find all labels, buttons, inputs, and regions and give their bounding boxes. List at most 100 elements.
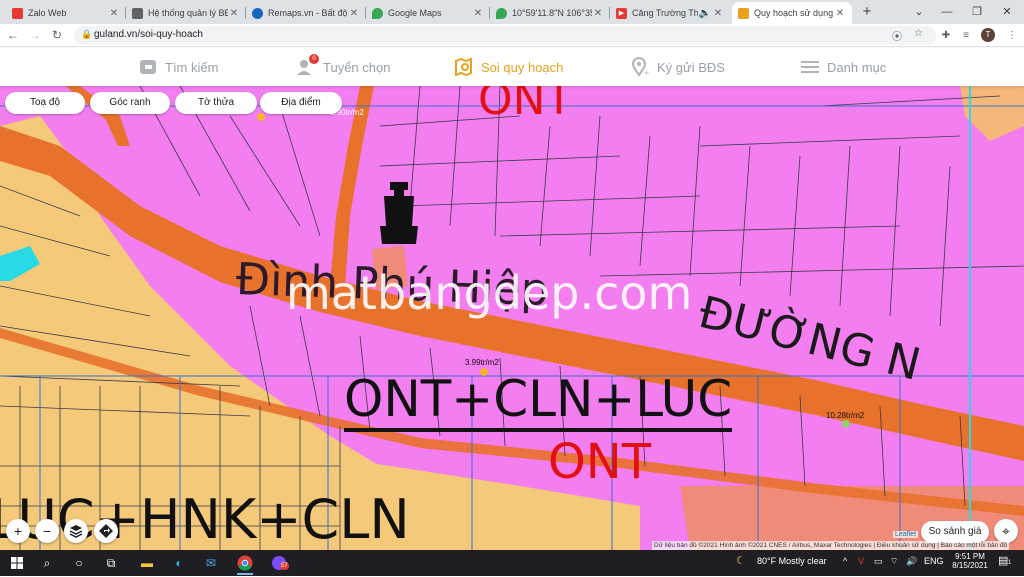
address-bar[interactable]: 🔒 guland.vn/soi-quy-hoach ⦿ ☆: [74, 26, 936, 45]
minimize-icon[interactable]: —: [932, 2, 962, 22]
zoom-out-button[interactable]: −: [35, 519, 59, 543]
tab-guland[interactable]: Quy hoạch sử dụng đ ✕: [732, 2, 852, 24]
zone-label-bottom: LUC+HNK+CLN: [0, 488, 410, 550]
clock-date: 8/15/2021: [952, 561, 988, 570]
close-icon[interactable]: ✕: [108, 8, 120, 19]
weather-text[interactable]: 80°F Mostly clear: [757, 556, 827, 566]
map-attribution: Dữ liệu bản đồ ©2021 Hình ảnh ©2021 CNES…: [652, 541, 1010, 550]
tab-title: Hệ thống quản lý BĐS: [148, 8, 228, 18]
notification-count: 1: [1008, 560, 1012, 566]
notification-icon[interactable]: ▤: [998, 554, 1008, 567]
clock-time: 9:51 PM: [955, 552, 985, 561]
messenger-icon[interactable]: 57: [268, 553, 290, 573]
tab-title: Google Maps: [388, 8, 442, 18]
search-g-icon: [138, 58, 158, 76]
file-explorer-icon[interactable]: ▬: [136, 553, 158, 573]
tab-zalo[interactable]: Zalo Web ✕: [6, 2, 126, 24]
tab-title: 10°59'11.8"N 106°35'1: [512, 8, 592, 18]
forward-icon[interactable]: →: [26, 26, 44, 44]
layers-icon[interactable]: [64, 519, 88, 543]
restore-icon[interactable]: ❐: [962, 2, 992, 22]
maps-pin-icon: [496, 7, 507, 19]
tab-title: Zalo Web: [28, 8, 67, 18]
directions-icon[interactable]: [94, 519, 118, 543]
zalo-favicon-icon: [12, 7, 23, 19]
menu-icon: [800, 58, 820, 76]
chip-goc-ranh[interactable]: Góc ranh: [90, 92, 170, 114]
tab-search-icon[interactable]: ⌄: [904, 2, 934, 22]
tab-youtube[interactable]: ▶ Căng Trường Thái 🔈 ✕: [610, 2, 730, 24]
network-icon[interactable]: ⌔: [890, 556, 898, 567]
clock[interactable]: 9:51 PM 8/15/2021: [950, 552, 990, 570]
site-favicon-icon: [132, 7, 143, 19]
locate-icon[interactable]: ⌖: [994, 519, 1018, 543]
extensions-icon[interactable]: ✚: [938, 28, 954, 44]
location-icon[interactable]: ⦿: [892, 28, 902, 43]
chrome-icon[interactable]: [234, 553, 256, 575]
close-window-icon[interactable]: ✕: [992, 2, 1022, 22]
planning-map[interactable]: ONT Đình Phú Hiệp ĐƯỜNG N matbangdep.com…: [0, 86, 1024, 550]
pin-plus-icon: +: [630, 57, 650, 77]
media-icon[interactable]: ≡: [958, 28, 974, 44]
site-nav: Tìm kiếm 0 Tuyển chọn Soi quy hoạch + Ký…: [0, 48, 1024, 86]
compare-price-button[interactable]: So sánh giá: [921, 521, 989, 543]
mail-icon[interactable]: ✉: [200, 553, 222, 573]
leaflet-link[interactable]: Leaflet: [893, 531, 919, 538]
bookmark-star-icon[interactable]: ☆: [914, 28, 923, 39]
remaps-favicon-icon: [252, 7, 263, 19]
language-indicator[interactable]: ENG: [924, 556, 944, 566]
edge-icon[interactable]: ◐: [168, 553, 190, 573]
svg-text:+: +: [644, 68, 649, 77]
zone-label-ont-bottom: ONT: [548, 434, 652, 490]
tab-google-maps[interactable]: Google Maps ✕: [366, 2, 490, 24]
tab-title: Quy hoạch sử dụng đ: [754, 8, 834, 18]
close-icon[interactable]: ✕: [592, 8, 604, 19]
vivaldi-tray-icon[interactable]: V: [858, 556, 864, 566]
tab-title: Remaps.vn - Bất động: [268, 8, 348, 18]
notification-badge: 0: [309, 54, 319, 64]
nav-tim-kiem[interactable]: Tìm kiếm: [138, 56, 218, 78]
users-icon: 0: [296, 54, 319, 76]
close-icon[interactable]: ✕: [834, 8, 846, 19]
chip-dia-diem[interactable]: Địa điểm: [260, 92, 342, 114]
reload-icon[interactable]: ↻: [48, 26, 66, 44]
nav-label: Ký gửi BĐS: [657, 59, 725, 75]
windows-start-icon[interactable]: [6, 553, 28, 573]
close-icon[interactable]: ✕: [348, 8, 360, 19]
nav-tuyen-chon[interactable]: 0 Tuyển chọn: [296, 54, 390, 78]
chip-to-thua[interactable]: Tờ thửa: [175, 92, 257, 114]
search-icon[interactable]: ⌕: [36, 553, 58, 573]
more-menu-icon[interactable]: ⋮: [1004, 28, 1020, 44]
close-icon[interactable]: ✕: [228, 8, 240, 19]
url-text: guland.vn/soi-quy-hoach: [94, 29, 203, 40]
price-dot: [842, 420, 850, 428]
task-view-icon[interactable]: ⧉: [100, 553, 122, 573]
nav-label: Tìm kiếm: [165, 59, 219, 75]
close-icon[interactable]: ✕: [712, 8, 724, 19]
nav-danh-muc[interactable]: Danh mục: [800, 56, 886, 78]
cortana-icon[interactable]: ○: [68, 553, 90, 573]
zoom-in-button[interactable]: +: [6, 519, 30, 543]
price-label[interactable]: 3.99tr/m2: [465, 358, 499, 367]
windows-taskbar: ⌕ ○ ⧉ ▬ ◐ ✉ 57 ☾ 80°F Mostly clear ^ V ▭…: [0, 550, 1024, 576]
nav-soi-quy-hoach[interactable]: Soi quy hoạch: [454, 56, 563, 78]
chip-toa-do[interactable]: Toạ độ: [5, 92, 85, 114]
profile-avatar[interactable]: T: [981, 28, 995, 42]
nav-ky-gui[interactable]: + Ký gửi BĐS: [630, 56, 725, 78]
nav-label: Soi quy hoạch: [481, 59, 564, 75]
tray-chevron-icon[interactable]: ^: [843, 556, 847, 566]
tab-title: Căng Trường Thái: [632, 8, 698, 18]
speaker-icon[interactable]: 🔈: [698, 8, 712, 19]
close-icon[interactable]: ✕: [472, 8, 484, 19]
new-tab-button[interactable]: +: [858, 3, 876, 21]
tab-coordinates[interactable]: 10°59'11.8"N 106°35'1 ✕: [490, 2, 610, 24]
tab-he-thong[interactable]: Hệ thống quản lý BĐS ✕: [126, 2, 246, 24]
youtube-icon: ▶: [616, 7, 627, 19]
tab-remaps[interactable]: Remaps.vn - Bất động ✕: [246, 2, 366, 24]
back-icon[interactable]: ←: [4, 26, 22, 44]
guland-favicon-icon: [738, 7, 749, 19]
nav-label: Danh mục: [827, 59, 887, 75]
price-label[interactable]: 10.28tr/m2: [826, 411, 864, 420]
volume-icon[interactable]: 🔊: [906, 556, 917, 567]
tray-app-icon[interactable]: ▭: [874, 556, 883, 567]
